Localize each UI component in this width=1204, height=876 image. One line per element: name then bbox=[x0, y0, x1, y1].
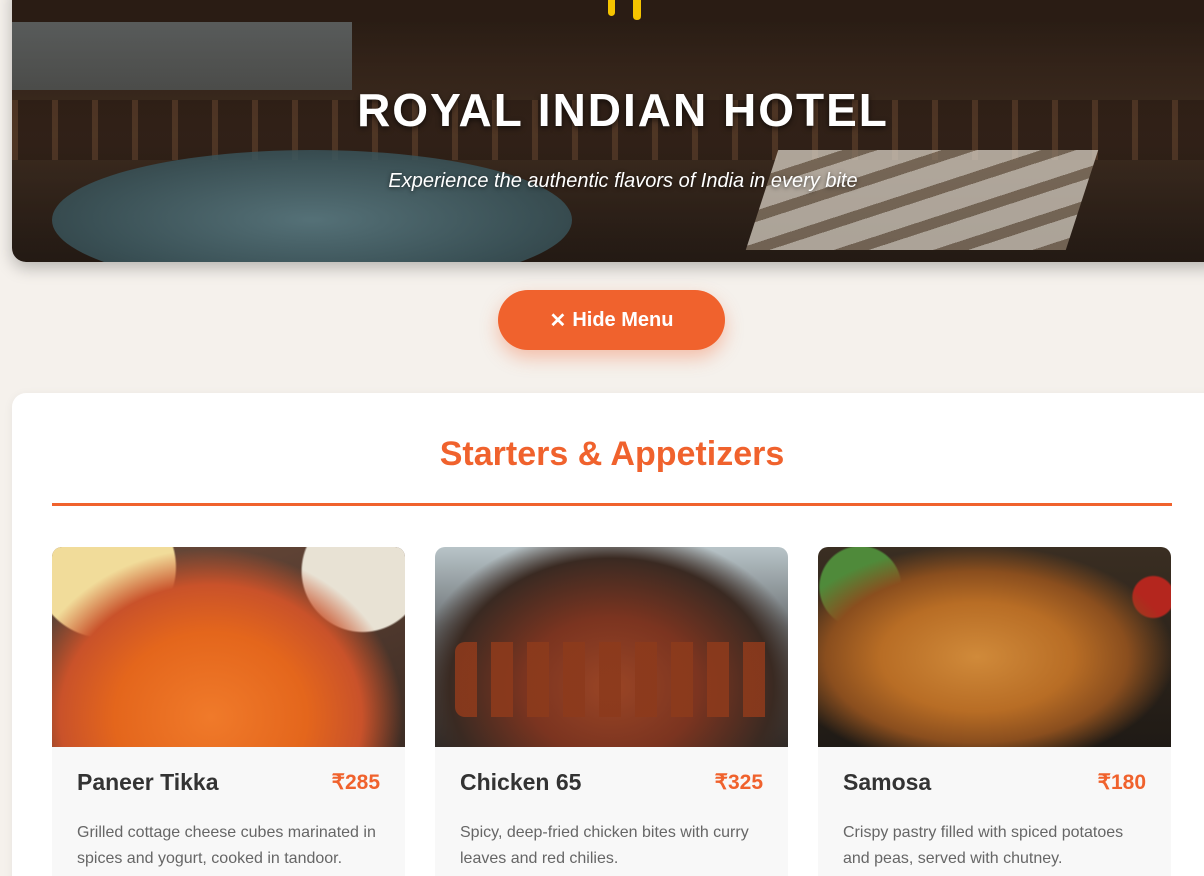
menu-item-card[interactable]: Paneer Tikka ₹285 Grilled cottage cheese… bbox=[52, 547, 405, 876]
menu-item-name: Samosa bbox=[843, 769, 932, 795]
page: ROYAL INDIAN HOTEL Experience the authen… bbox=[0, 0, 1204, 876]
menu-item-card[interactable]: Samosa ₹180 Crispy pastry filled with sp… bbox=[818, 547, 1171, 876]
section-title: Starters & Appetizers bbox=[439, 435, 785, 473]
section-divider bbox=[52, 503, 1172, 506]
hero-banner: ROYAL INDIAN HOTEL Experience the authen… bbox=[12, 0, 1204, 262]
hero-loungers bbox=[745, 150, 1099, 250]
samosa-image bbox=[818, 547, 1171, 747]
menu-item-card[interactable]: Chicken 65 ₹325 Spicy, deep-fried chicke… bbox=[435, 547, 788, 876]
menu-item-price: ₹180 bbox=[1097, 771, 1146, 794]
hero-subtitle: Experience the authentic flavors of Indi… bbox=[388, 170, 858, 192]
menu-item-description: Crispy pastry filled with spiced potatoe… bbox=[843, 824, 1124, 867]
paneer-tikka-image bbox=[52, 547, 405, 747]
fork-knife-icon bbox=[608, 0, 645, 20]
skewers-graphic bbox=[455, 642, 775, 717]
hero-title: ROYAL INDIAN HOTEL bbox=[357, 84, 889, 136]
menu-item-name: Chicken 65 bbox=[460, 769, 582, 795]
hide-menu-label: Hide Menu bbox=[572, 308, 674, 331]
close-icon: ✕ bbox=[549, 309, 567, 332]
chicken-65-image bbox=[435, 547, 788, 747]
menu-item-price: ₹285 bbox=[331, 771, 380, 794]
hero-pool bbox=[52, 150, 572, 262]
menu-section: Starters & Appetizers Paneer Tikka ₹285 … bbox=[12, 393, 1204, 876]
hide-menu-button[interactable]: ✕ Hide Menu bbox=[498, 290, 725, 350]
menu-cards: Paneer Tikka ₹285 Grilled cottage cheese… bbox=[52, 547, 1172, 876]
menu-item-description: Spicy, deep-fried chicken bites with cur… bbox=[460, 824, 749, 867]
menu-item-name: Paneer Tikka bbox=[77, 769, 219, 795]
menu-item-description: Grilled cottage cheese cubes marinated i… bbox=[77, 824, 376, 867]
menu-item-price: ₹325 bbox=[714, 771, 763, 794]
